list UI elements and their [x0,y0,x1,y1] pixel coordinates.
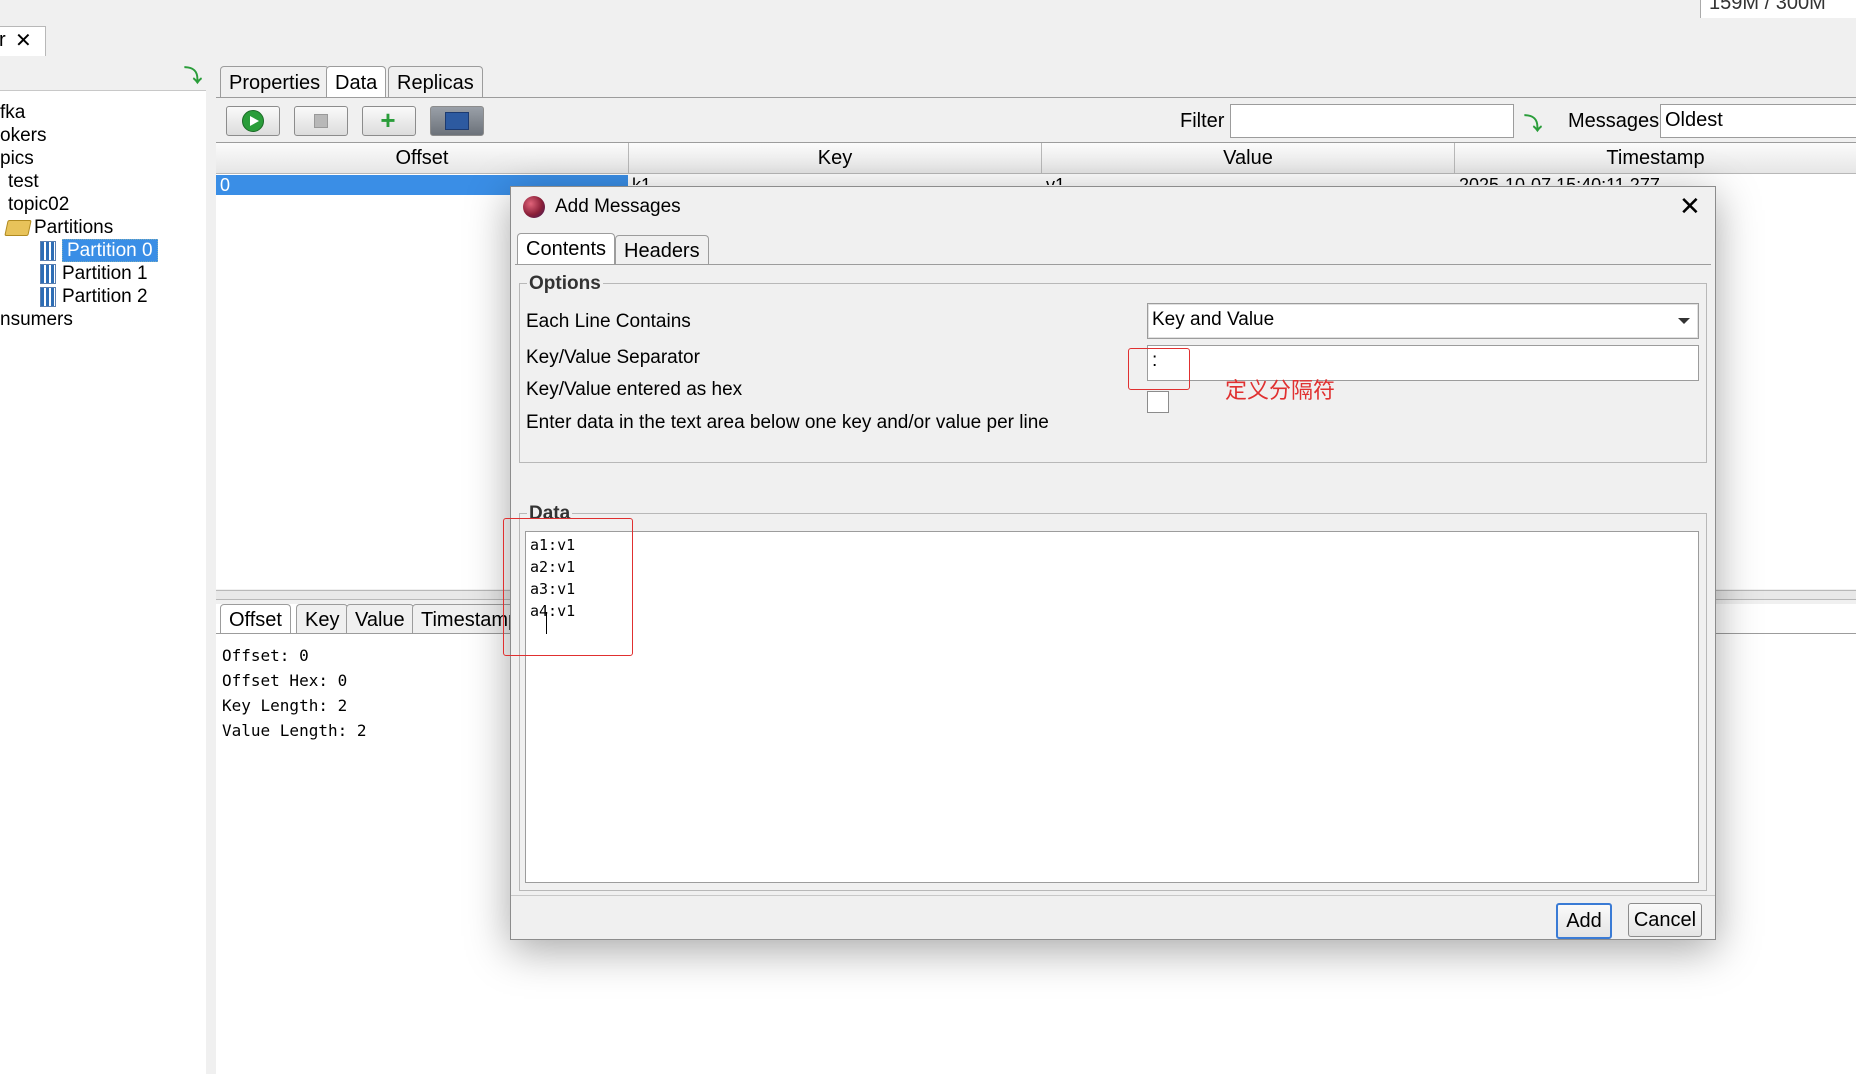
panel-icon [445,112,469,130]
memory-indicator: 159M / 300M [1700,0,1856,18]
detail-line: Key Length: 2 [222,696,348,715]
detail-tab-value[interactable]: Value [346,604,414,633]
hex-checkbox[interactable] [1147,391,1169,413]
tree-node-consumers[interactable]: nsumers [0,309,73,331]
partition-icon [40,240,56,261]
options-legend: Options [527,273,603,295]
column-header-timestamp[interactable]: Timestamp [1455,143,1856,174]
add-message-button[interactable]: + [362,106,416,136]
refresh-icon[interactable]: ⤵ [184,62,202,86]
cancel-button[interactable]: Cancel [1628,903,1702,937]
close-icon[interactable]: ✕ [15,28,32,53]
add-messages-dialog: Add Messages ✕ Contents Headers Options … [503,186,1716,940]
document-tab-bar [0,22,1856,57]
app-icon [523,196,545,218]
each-line-label: Each Line Contains [526,311,691,332]
column-header-key[interactable]: Key [629,143,1042,174]
hex-label: Key/Value entered as hex [526,379,743,400]
start-button[interactable] [226,106,280,136]
tree-node-partition-0[interactable]: Partition 0 [40,239,158,262]
tab-replicas[interactable]: Replicas [388,66,483,97]
cell-key: k1 [632,175,652,185]
tree-node-topics[interactable]: pics [0,148,34,170]
tab-headers[interactable]: Headers [615,235,709,264]
tab-divider [216,97,1856,98]
options-hint: Enter data in the text area below one ke… [526,412,1049,433]
messages-label: Messages [1568,110,1660,132]
tree-node-partition-1[interactable]: Partition 1 [40,263,148,285]
tree-node-kafka[interactable]: fka [0,102,25,124]
partition-2-label: Partition 2 [62,286,148,307]
partition-icon [40,263,56,284]
detail-line: Offset: 0 [222,646,309,665]
cell-timestamp: 2025-10-07 15:40:11.277 [1459,175,1660,185]
filter-label: Filter [1180,110,1225,132]
annotation-box-separator [1128,348,1190,390]
messages-value: Oldest [1665,109,1723,131]
data-textarea[interactable]: a1:v1 a2:v1 a3:v1 a4:v1 [525,531,1699,883]
detail-line: Value Length: 2 [222,721,367,740]
chevron-down-icon [1678,318,1690,324]
add-button[interactable]: Add [1556,903,1612,939]
partition-0-label: Partition 0 [62,239,158,262]
stop-button[interactable] [294,106,348,136]
close-icon[interactable]: ✕ [1679,191,1701,222]
plus-icon: + [380,105,396,135]
detail-tab-offset[interactable]: Offset [220,604,291,633]
tree-node-partitions[interactable]: Partitions [4,217,114,239]
apply-filter-icon[interactable]: ⤵ [1524,110,1542,134]
tab-data[interactable]: Data [326,66,387,97]
tab-contents[interactable]: Contents [517,233,616,264]
toggle-panel-button[interactable] [430,106,484,136]
partition-1-label: Partition 1 [62,263,148,284]
tab-properties[interactable]: Properties [220,66,330,97]
tree-node-brokers[interactable]: okers [0,125,46,147]
tree-node-topic-topic02[interactable]: topic02 [8,194,69,216]
folder-icon [4,219,32,236]
tree-header: ⤵ [0,56,206,91]
document-tab-label: r [0,29,6,51]
each-line-value: Key and Value [1152,309,1275,330]
dialog-title: Add Messages [555,196,681,217]
tree-node-topic-test[interactable]: test [8,171,39,193]
separator-label: Key/Value Separator [526,347,700,368]
tree-node-partition-2[interactable]: Partition 2 [40,286,148,308]
dialog-button-divider [511,895,1715,896]
stop-icon [314,114,328,128]
detail-line: Offset Hex: 0 [222,671,348,690]
filter-input[interactable] [1230,104,1514,138]
column-header-offset[interactable]: Offset [216,143,629,174]
annotation-box-data [503,518,633,656]
detail-tab-key[interactable]: Key [296,604,349,633]
play-icon [242,110,264,132]
partitions-label: Partitions [34,217,114,238]
document-tab[interactable]: r ✕ [0,26,46,57]
dialog-titlebar[interactable] [511,187,1715,229]
top-bar [0,0,1856,23]
cell-value: v1 [1046,175,1066,185]
cluster-tree: ⤵ fka okers pics test topic02 Partitions… [0,56,207,1074]
dialog-tab-divider [515,264,1711,265]
messages-select[interactable]: Oldest [1660,104,1856,138]
annotation-text: 定义分隔符 [1225,378,1336,403]
each-line-select[interactable]: Key and Value [1147,303,1699,339]
column-header-value[interactable]: Value [1042,143,1455,174]
partition-icon [40,286,56,307]
